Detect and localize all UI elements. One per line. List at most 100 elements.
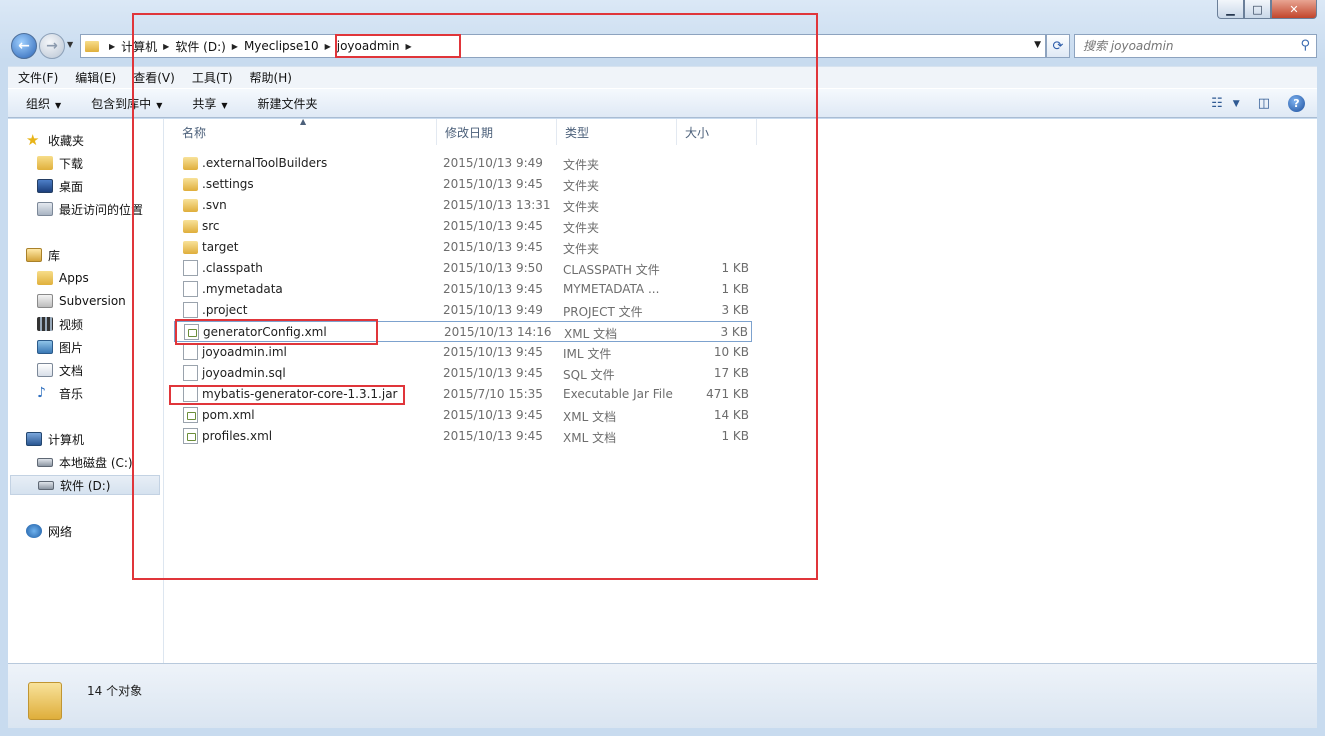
file-row[interactable]: .svn 2015/10/13 13:31 文件夹: [174, 195, 752, 216]
recent-places-icon: [37, 202, 53, 216]
file-modified-date: 2015/7/10 15:35: [443, 387, 543, 401]
file-row[interactable]: .externalToolBuilders 2015/10/13 9:49 文件夹: [174, 153, 752, 174]
chevron-right-icon[interactable]: ▶: [163, 42, 169, 51]
menu-edit[interactable]: 编辑(E): [75, 69, 116, 86]
menu-help[interactable]: 帮助(H): [250, 69, 292, 86]
file-row[interactable]: joyoadmin.iml 2015/10/13 9:45 IML 文件 10 KB: [174, 342, 752, 363]
sidebar-item-desktop[interactable]: 桌面: [37, 176, 83, 196]
navigation-pane: ★ 收藏夹 下载 桌面 最近访问的位置 库 Apps Subversion 视频…: [8, 119, 164, 663]
file-type: IML 文件: [563, 347, 612, 361]
refresh-button[interactable]: ⟳: [1046, 34, 1070, 58]
sidebar-favorites-label: 收藏夹: [48, 133, 85, 148]
chevron-right-icon[interactable]: ▶: [325, 42, 331, 51]
file-row[interactable]: .mymetadata 2015/10/13 9:45 MYMETADATA ...…: [174, 279, 752, 300]
sidebar-item-pictures[interactable]: 图片: [37, 337, 83, 357]
file-row[interactable]: target 2015/10/13 9:45 文件夹: [174, 237, 752, 258]
file-row[interactable]: generatorConfig.xml 2015/10/13 14:16 XML 文…: [174, 321, 752, 342]
file-modified-date: 2015/10/13 9:45: [443, 240, 543, 254]
file-icon: [183, 281, 198, 297]
include-in-library-label: 包含到库中: [91, 96, 152, 111]
chevron-right-icon[interactable]: ▶: [405, 42, 411, 51]
new-folder-button[interactable]: 新建文件夹: [258, 95, 318, 112]
column-header-date[interactable]: 修改日期: [437, 119, 557, 145]
file-modified-date: 2015/10/13 9:45: [443, 366, 543, 380]
breadcrumb-joyoadmin[interactable]: joyoadmin: [337, 39, 400, 53]
file-row[interactable]: mybatis-generator-core-1.3.1.jar 2015/7/1…: [174, 384, 752, 405]
star-icon: ★: [26, 131, 40, 149]
change-view-icon[interactable]: ☷: [1211, 96, 1223, 111]
file-row[interactable]: .classpath 2015/10/13 9:50 CLASSPATH 文件 1 K…: [174, 258, 752, 279]
file-name: joyoadmin.sql: [202, 366, 286, 380]
file-type: Executable Jar File: [563, 387, 673, 401]
sidebar-item-apps[interactable]: Apps: [37, 268, 89, 288]
file-row[interactable]: src 2015/10/13 9:45 文件夹: [174, 216, 752, 237]
help-icon[interactable]: ?: [1288, 95, 1305, 112]
file-row[interactable]: .settings 2015/10/13 9:45 文件夹: [174, 174, 752, 195]
file-name: mybatis-generator-core-1.3.1.jar: [202, 387, 398, 401]
folder-icon: [183, 178, 198, 191]
file-name: .project: [202, 303, 248, 317]
close-icon[interactable]: ✕: [1271, 0, 1317, 19]
sidebar-item-label: 软件 (D:): [60, 478, 111, 493]
file-modified-date: 2015/10/13 9:49: [443, 303, 543, 317]
sidebar-computer-label: 计算机: [48, 432, 85, 447]
chevron-right-icon[interactable]: ▶: [109, 42, 115, 51]
file-name: src: [202, 219, 220, 233]
share-button[interactable]: 共享 ▼: [192, 95, 227, 112]
column-header-size[interactable]: 大小: [677, 119, 757, 145]
menu-file[interactable]: 文件(F): [18, 69, 58, 86]
sidebar-item-recent-places[interactable]: 最近访问的位置: [37, 199, 143, 219]
sidebar-item-drive-c[interactable]: 本地磁盘 (C:): [37, 452, 133, 472]
subversion-library-icon: [37, 294, 53, 308]
sidebar-item-drive-d[interactable]: 软件 (D:): [10, 475, 160, 495]
folder-icon: [183, 241, 198, 254]
file-row[interactable]: joyoadmin.sql 2015/10/13 9:45 SQL 文件 17 KB: [174, 363, 752, 384]
sidebar-favorites[interactable]: ★ 收藏夹: [26, 130, 84, 150]
folder-icon: [183, 220, 198, 233]
sidebar-computer[interactable]: 计算机: [26, 429, 84, 449]
command-bar: 组织 ▼ 包含到库中 ▼ 共享 ▼ 新建文件夹 ☷ ▼ ◫ ?: [8, 88, 1317, 118]
sidebar-item-videos[interactable]: 视频: [37, 314, 83, 334]
breadcrumb-drive-d[interactable]: 软件 (D:): [175, 38, 225, 55]
sidebar-item-music[interactable]: ♪ 音乐: [37, 383, 83, 403]
address-bar[interactable]: ▶ 计算机 ▶ 软件 (D:) ▶ Myeclipse10 ▶ joyoadmi…: [80, 34, 1046, 58]
breadcrumb-myeclipse10[interactable]: Myeclipse10: [244, 39, 319, 53]
back-button[interactable]: ←: [11, 33, 37, 59]
file-type: XML 文档: [564, 327, 618, 341]
file-row[interactable]: pom.xml 2015/10/13 9:45 XML 文档 14 KB: [174, 405, 752, 426]
search-box[interactable]: ⚲: [1074, 34, 1317, 58]
sidebar-network-label: 网络: [48, 524, 73, 539]
menu-view[interactable]: 查看(V): [133, 69, 175, 86]
recent-pages-dropdown-icon[interactable]: ▼: [67, 40, 73, 49]
search-icon[interactable]: ⚲: [1300, 38, 1310, 53]
address-history-dropdown-icon[interactable]: ▼: [1034, 40, 1041, 50]
menu-tools[interactable]: 工具(T): [192, 69, 233, 86]
file-type: XML 文档: [563, 410, 617, 424]
xml-file-icon: [184, 324, 199, 340]
preview-pane-icon[interactable]: ◫: [1258, 96, 1270, 111]
minimize-icon[interactable]: ▁: [1217, 0, 1244, 19]
column-header-type[interactable]: 类型: [557, 119, 677, 145]
share-label: 共享: [192, 96, 217, 111]
file-row[interactable]: profiles.xml 2015/10/13 9:45 XML 文档 1 KB: [174, 426, 752, 447]
maximize-icon[interactable]: □: [1244, 0, 1271, 19]
search-input[interactable]: [1083, 39, 1293, 53]
file-name: generatorConfig.xml: [203, 325, 327, 339]
sidebar-item-downloads[interactable]: 下载: [37, 153, 83, 173]
file-row[interactable]: .project 2015/10/13 9:49 PROJECT 文件 3 KB: [174, 300, 752, 321]
sidebar-item-documents[interactable]: 文档: [37, 360, 83, 380]
file-type: MYMETADATA ...: [563, 282, 660, 296]
sidebar-libraries[interactable]: 库: [26, 245, 60, 265]
sidebar-item-label: 最近访问的位置: [59, 202, 144, 217]
view-dropdown-icon[interactable]: ▼: [1233, 99, 1240, 109]
sidebar-network[interactable]: 网络: [26, 521, 72, 541]
sidebar-item-subversion[interactable]: Subversion: [37, 291, 126, 311]
dropdown-arrow-icon: ▼: [55, 100, 62, 110]
breadcrumb-computer[interactable]: 计算机: [121, 38, 157, 55]
organize-button[interactable]: 组织 ▼: [26, 95, 61, 112]
chevron-right-icon[interactable]: ▶: [232, 42, 238, 51]
forward-button[interactable]: →: [39, 33, 65, 59]
include-in-library-button[interactable]: 包含到库中 ▼: [91, 95, 162, 112]
file-size: 1 KB: [721, 261, 749, 275]
column-size-label: 大小: [685, 126, 710, 140]
